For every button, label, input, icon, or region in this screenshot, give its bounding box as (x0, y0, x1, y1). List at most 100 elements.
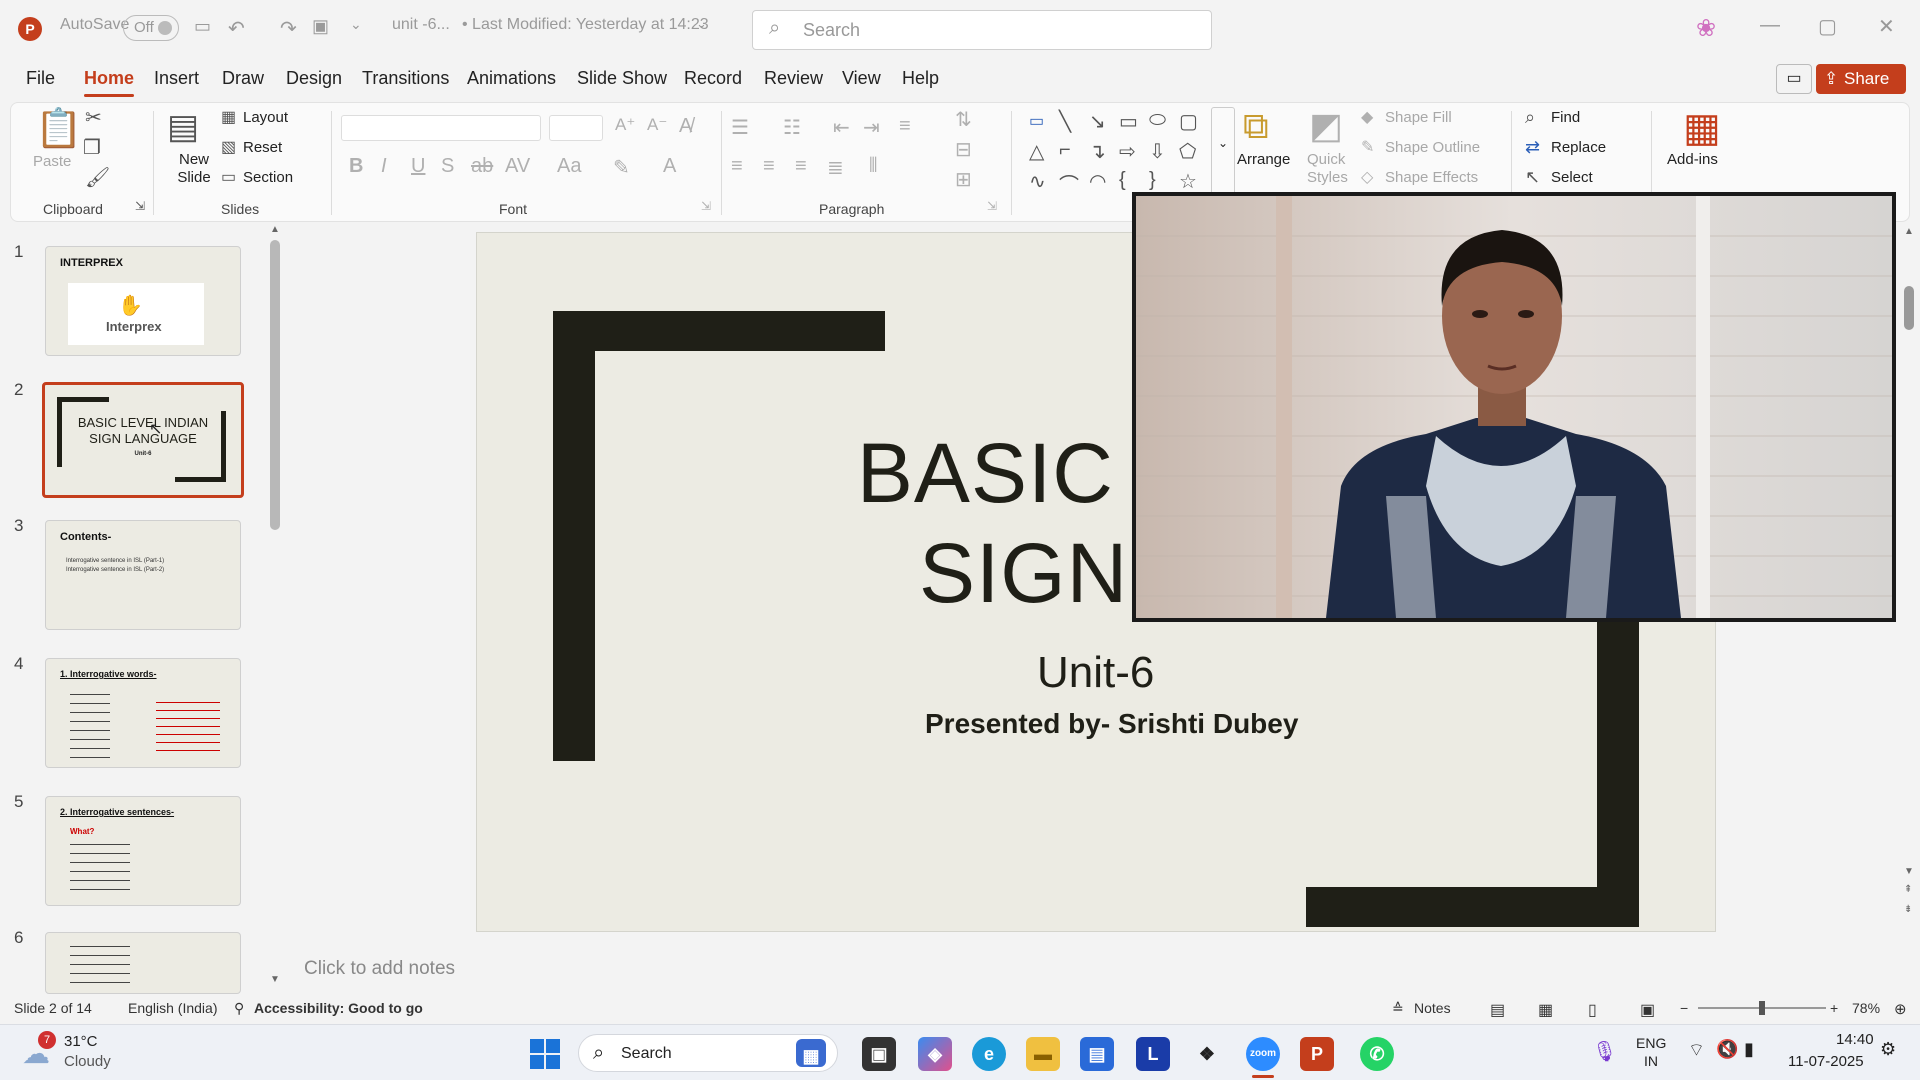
search-input[interactable]: ⌕ Search (752, 10, 1212, 50)
wifi-icon[interactable]: ⌔ (1688, 1039, 1705, 1062)
bullets-icon[interactable]: ☰ (731, 115, 749, 140)
columns-icon[interactable]: ⫴ (869, 155, 877, 178)
line-icon[interactable]: ╲ (1059, 109, 1071, 134)
layout-icon[interactable]: ▦ (221, 107, 236, 127)
zoom-out-icon[interactable]: − (1680, 1000, 1688, 1016)
new-slide-button[interactable]: New Slide (169, 151, 219, 187)
fit-to-window-icon[interactable]: ⊕ (1894, 1000, 1907, 1018)
store-icon[interactable]: ▤ (1080, 1037, 1114, 1071)
select-button[interactable]: Select (1551, 169, 1593, 186)
canvas-scrollbar[interactable] (1904, 286, 1914, 330)
copy-icon[interactable]: ❐ (83, 135, 101, 160)
next-slide-icon[interactable]: ⇟ (1904, 904, 1912, 915)
document-name[interactable]: unit -6... (392, 16, 450, 34)
italic-icon[interactable]: I (381, 155, 387, 178)
tab-help[interactable]: Help (902, 68, 939, 89)
slide-thumbnail-6[interactable] (45, 932, 241, 994)
add-ins-icon[interactable]: ▦ (1683, 105, 1721, 151)
paragraph-launcher-icon[interactable]: ⇲ (987, 199, 997, 213)
left-brace-icon[interactable]: { (1119, 169, 1126, 192)
file-explorer-icon[interactable]: ▬ (1026, 1037, 1060, 1071)
select-icon[interactable]: ↖ (1525, 167, 1540, 188)
save-icon[interactable]: ▭ (194, 16, 211, 37)
zoom-level[interactable]: 78% (1852, 1000, 1880, 1016)
grow-font-icon[interactable]: A⁺ (615, 115, 635, 135)
last-modified[interactable]: • Last Modified: Yesterday at 14:23 (462, 16, 709, 34)
tab-home[interactable]: Home (84, 68, 135, 97)
normal-view-icon[interactable]: ▤ (1490, 1000, 1505, 1020)
language-indicator[interactable]: English (India) (128, 1000, 218, 1016)
right-arrow-icon[interactable]: ⇨ (1119, 139, 1136, 164)
numbering-icon[interactable]: ☷ (783, 115, 801, 140)
microphone-icon[interactable]: 🎙 (1592, 1039, 1617, 1064)
slide-thumbnail-4[interactable]: 1. Interrogative words- (45, 658, 241, 768)
clock-time[interactable]: 14:40 (1836, 1031, 1874, 1048)
textbox-icon[interactable]: ▭ (1029, 111, 1044, 131)
canvas-scroll-down-icon[interactable]: ▼ (1904, 866, 1914, 877)
zoom-slider[interactable] (1698, 1001, 1826, 1015)
tab-file[interactable]: File (26, 68, 55, 89)
decrease-indent-icon[interactable]: ⇤ (833, 115, 850, 140)
language-region[interactable]: IN (1644, 1053, 1658, 1069)
rounded-rect-icon[interactable]: ▢ (1179, 109, 1198, 134)
tab-draw[interactable]: Draw (222, 68, 264, 89)
close-icon[interactable]: ✕ (1878, 14, 1895, 39)
down-arrow-icon[interactable]: ⇩ (1149, 139, 1166, 164)
dropbox-icon[interactable]: ❖ (1190, 1037, 1224, 1071)
align-left-icon[interactable]: ≡ (731, 155, 743, 178)
notes-icon[interactable]: ≙ (1392, 1000, 1404, 1017)
search-highlight-icon[interactable]: ▦ (796, 1039, 826, 1067)
star-icon[interactable]: ☆ (1179, 169, 1197, 194)
start-button[interactable] (530, 1039, 560, 1069)
present-icon[interactable]: ▣ (312, 16, 329, 37)
battery-icon[interactable]: ▮ (1744, 1039, 1754, 1060)
elbow-arrow-icon[interactable]: ↴ (1089, 139, 1106, 164)
language-eng[interactable]: ENG (1636, 1035, 1666, 1051)
shape-effects-button[interactable]: Shape Effects (1385, 169, 1478, 186)
section-icon[interactable]: ▭ (221, 167, 236, 187)
shape-fill-button[interactable]: Shape Fill (1385, 109, 1452, 126)
shapes-gallery[interactable]: ▭ ╲ ↘ ▭ ⬭ ▢ △ ⌐ ↴ ⇨ ⇩ ⬠ ∿ ⌒ ◠ { } ☆ (1017, 105, 1213, 201)
shape-outline-icon[interactable]: ✎ (1361, 137, 1374, 157)
weather-description[interactable]: Cloudy (64, 1053, 111, 1070)
tab-review[interactable]: Review (764, 68, 823, 89)
format-painter-icon[interactable]: 🖌 (85, 165, 110, 190)
find-button[interactable]: Find (1551, 109, 1580, 126)
thumbnail-scrollbar[interactable] (270, 240, 280, 530)
slide-thumbnail-1[interactable]: INTERPREX ✋ Interprex (45, 246, 241, 356)
designer-icon[interactable]: ❀ (1696, 14, 1716, 43)
bold-icon[interactable]: B (349, 155, 363, 178)
slide-presenter[interactable]: Presented by- Srishti Dubey (925, 708, 1298, 740)
font-name-select[interactable] (341, 115, 541, 141)
oval-icon[interactable]: ⬭ (1149, 109, 1166, 132)
undo-icon[interactable]: ↶ (228, 16, 245, 41)
edge-icon[interactable]: e (972, 1037, 1006, 1071)
curve-icon[interactable]: ◠ (1089, 169, 1106, 194)
arrange-icon[interactable]: ⧉ (1243, 105, 1269, 148)
webcam-video-overlay[interactable] (1132, 192, 1896, 622)
scroll-down-icon[interactable]: ▼ (270, 974, 280, 985)
shapes-more-button[interactable]: ⌄ (1211, 107, 1235, 197)
tab-transitions[interactable]: Transitions (362, 68, 449, 89)
zoom-in-icon[interactable]: + (1830, 1000, 1838, 1016)
lens-app-icon[interactable]: L (1136, 1037, 1170, 1071)
elbow-connector-icon[interactable]: ⌐ (1059, 139, 1071, 162)
reading-view-icon[interactable]: ▯ (1588, 1000, 1597, 1020)
task-view-icon[interactable]: ▣ (862, 1037, 896, 1071)
accessibility-status[interactable]: Accessibility: Good to go (254, 1000, 423, 1016)
zoom-app-icon[interactable]: zoom (1246, 1037, 1280, 1071)
copilot-icon[interactable]: ◈ (918, 1037, 952, 1071)
text-direction-icon[interactable]: ⇅ (955, 107, 972, 132)
shape-fill-icon[interactable]: ◆ (1361, 107, 1373, 127)
autosave-toggle[interactable]: Off (123, 15, 179, 41)
arrow-line-icon[interactable]: ↘ (1089, 109, 1106, 134)
tab-record[interactable]: Record (684, 68, 742, 89)
maximize-icon[interactable]: ▢ (1818, 14, 1837, 39)
underline-icon[interactable]: U (411, 155, 425, 178)
strikethrough-icon[interactable]: ab (471, 155, 493, 178)
justify-icon[interactable]: ≣ (827, 155, 844, 180)
right-brace-icon[interactable]: } (1149, 169, 1156, 192)
slide-thumbnail-5[interactable]: 2. Interrogative sentences- What? (45, 796, 241, 906)
add-ins-button[interactable]: Add-ins (1667, 151, 1718, 168)
increase-indent-icon[interactable]: ⇥ (863, 115, 880, 140)
